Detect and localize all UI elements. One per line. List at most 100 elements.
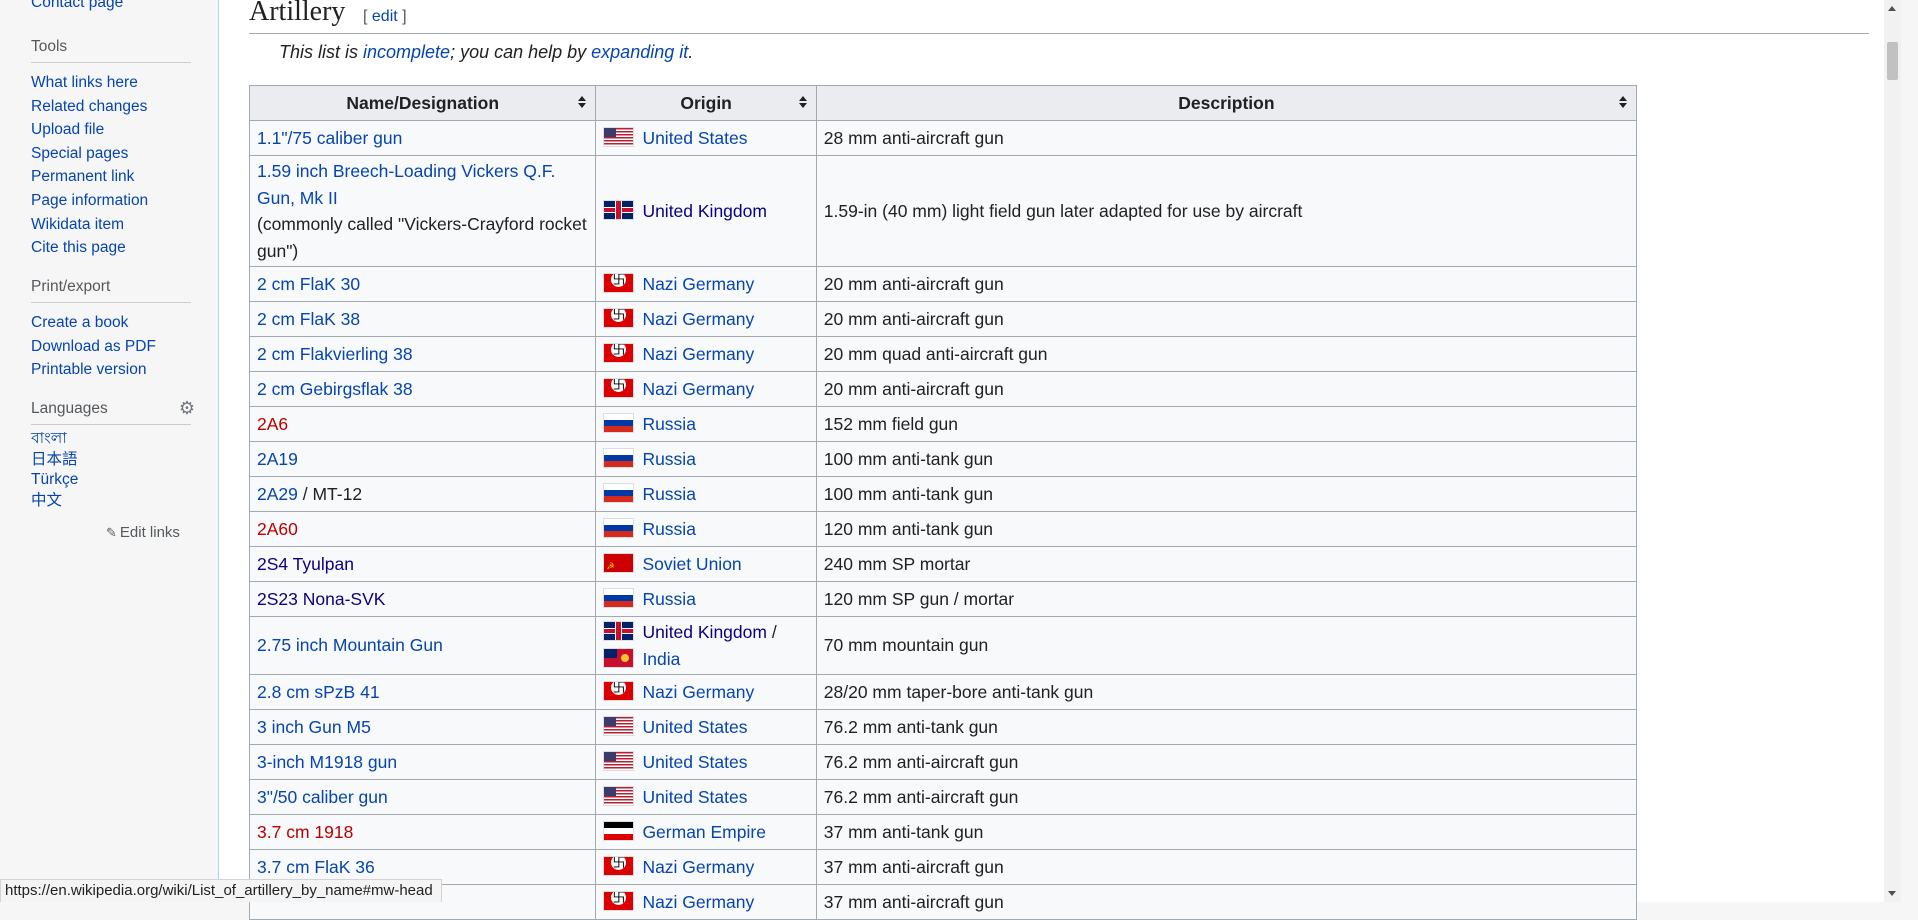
tools-item-link[interactable]: Special pages [31, 145, 128, 162]
origin-cell: Nazi Germany [595, 301, 817, 337]
scrollbar-thumb[interactable] [1887, 42, 1898, 80]
weapon-link[interactable]: 2A29 [257, 484, 298, 504]
country-link[interactable]: Nazi Germany [642, 344, 754, 364]
weapon-link[interactable]: 3-inch M1918 gun [257, 752, 397, 772]
country-link[interactable]: Nazi Germany [642, 379, 754, 399]
origin-separator: / [766, 622, 777, 642]
country-link[interactable]: Russia [642, 519, 696, 539]
country-link[interactable]: United States [642, 752, 747, 772]
country-link[interactable]: Soviet Union [642, 554, 741, 574]
column-header-description[interactable]: Description [815, 85, 1638, 121]
weapon-link[interactable]: 2 cm FlaK 30 [257, 274, 360, 294]
country-link[interactable]: United Kingdom [642, 622, 767, 642]
table-body: 1.1"/75 caliber gun United States 28 mm an… [248, 120, 1638, 920]
country-link[interactable]: Russia [642, 484, 696, 504]
origin-cell: Nazi Germany [595, 849, 817, 885]
tools-item-link[interactable]: What links here [31, 74, 138, 91]
table-row: 3.7 cm 1918 German Empire 37 mm anti-tank … [248, 814, 1638, 850]
weapon-link[interactable]: 2A6 [257, 414, 288, 434]
weapon-link[interactable]: 2 cm Gebirgsflak 38 [257, 379, 413, 399]
edit-links[interactable]: ✎ Edit links [106, 524, 180, 541]
country-link[interactable]: Nazi Germany [642, 682, 754, 702]
column-header-name[interactable]: Name/Designation [248, 85, 597, 121]
incomplete-link[interactable]: incomplete [363, 42, 450, 62]
scroll-up-arrow-icon[interactable] [1888, 6, 1896, 11]
language-link[interactable]: বাংলা [31, 430, 67, 447]
weapon-link[interactable]: 2 cm Flakvierling 38 [257, 344, 413, 364]
weapon-link[interactable]: 2.8 cm sPzB 41 [257, 682, 380, 702]
language-link[interactable]: 日本語 [31, 451, 78, 468]
description-cell: 100 mm anti-tank gun [815, 476, 1638, 512]
flag-icon [603, 647, 635, 668]
origin-cell: Nazi Germany [595, 674, 817, 710]
list-item: Cite this page [31, 236, 191, 260]
weapon-link[interactable]: 2 cm FlaK 38 [257, 309, 360, 329]
main-content: Artillery [ edit ] This list is incomple… [218, 0, 1901, 920]
description-cell: 20 mm anti-aircraft gun [815, 266, 1638, 302]
print-item-link[interactable]: Download as PDF [31, 338, 156, 355]
table-row: Nazi Germany37 mm anti-aircraft gun [248, 884, 1638, 920]
print-item-link[interactable]: Printable version [31, 361, 146, 378]
section-title: Artillery [249, 0, 346, 27]
origin-cell: Nazi Germany [595, 266, 817, 302]
weapon-link[interactable]: 2.75 inch Mountain Gun [257, 635, 443, 655]
flag-icon [603, 517, 635, 538]
country-link[interactable]: Russia [642, 414, 696, 434]
sort-icon[interactable] [798, 96, 808, 108]
country-link[interactable]: Russia [642, 449, 696, 469]
list-item: Download as PDF [31, 335, 191, 359]
scroll-down-arrow-icon[interactable] [1888, 891, 1896, 896]
weapon-link[interactable]: 1.1"/75 caliber gun [257, 128, 402, 148]
origin-cell: Russia [595, 476, 817, 512]
table-header-row: Name/Designation Origin Description [248, 85, 1638, 121]
tools-item-link[interactable]: Wikidata item [31, 216, 124, 233]
weapon-link[interactable]: 2A60 [257, 519, 298, 539]
print-item-link[interactable]: Create a book [31, 314, 128, 331]
country-link[interactable]: Nazi Germany [642, 857, 754, 877]
language-link[interactable]: 中文 [31, 492, 62, 509]
edit-bracket-open: [ [363, 8, 372, 25]
weapon-link[interactable]: 3 inch Gun M5 [257, 717, 371, 737]
weapon-link[interactable]: 3.7 cm 1918 [257, 822, 353, 842]
tools-item-link[interactable]: Permanent link [31, 168, 134, 185]
country-link[interactable]: India [642, 649, 680, 669]
tools-item-link[interactable]: Related changes [31, 98, 147, 115]
country-link[interactable]: United States [642, 128, 747, 148]
description-cell: 76.2 mm anti-tank gun [815, 709, 1638, 745]
vertical-scrollbar[interactable] [1884, 0, 1901, 902]
country-link[interactable]: United Kingdom [642, 201, 767, 221]
section-edit-link[interactable]: edit [372, 8, 398, 25]
flag-icon [603, 855, 635, 876]
column-header-origin[interactable]: Origin [595, 85, 817, 121]
table-row: 2 cm Flakvierling 38 Nazi Germany 20 mm qu… [248, 336, 1638, 372]
name-cell: 2 cm Flakvierling 38 [248, 336, 597, 372]
origin-cell: Nazi Germany [595, 884, 817, 920]
contact-page-link[interactable]: Contact page [31, 0, 123, 11]
country-link[interactable]: Russia [642, 589, 696, 609]
column-header-label: Description [1178, 92, 1275, 113]
tools-item-link[interactable]: Cite this page [31, 239, 126, 256]
country-link[interactable]: Nazi Germany [642, 274, 754, 294]
expanding-it-link[interactable]: expanding it [591, 42, 688, 62]
country-link[interactable]: United States [642, 787, 747, 807]
weapon-link[interactable]: 2S4 Tyulpan [257, 554, 354, 574]
weapon-link[interactable]: 1.59 inch Breech-Loading Vickers Q.F. Gu… [257, 161, 555, 208]
sort-icon[interactable] [578, 96, 587, 108]
name-cell: 1.59 inch Breech-Loading Vickers Q.F. Gu… [248, 155, 597, 267]
country-link[interactable]: United States [642, 717, 747, 737]
language-link[interactable]: Türkçe [31, 471, 78, 488]
country-link[interactable]: German Empire [642, 822, 766, 842]
weapon-link[interactable]: 2S23 Nona-SVK [257, 589, 385, 609]
weapon-link[interactable]: 3"/50 caliber gun [257, 787, 388, 807]
sort-icon[interactable] [1619, 96, 1628, 108]
print-portal: Print/export Create a book Download as PD… [31, 278, 191, 382]
tools-item-link[interactable]: Page information [31, 192, 148, 209]
tools-item-link[interactable]: Upload file [31, 121, 104, 138]
weapon-link[interactable]: 3.7 cm FlaK 36 [257, 857, 375, 877]
description-cell: 76.2 mm anti-aircraft gun [815, 779, 1638, 815]
list-item: বাংলা [31, 429, 191, 450]
weapon-link[interactable]: 2A19 [257, 449, 298, 469]
flag-icon [603, 587, 635, 608]
gear-icon[interactable]: ⚙ [179, 398, 195, 419]
country-link[interactable]: Nazi Germany [642, 309, 754, 329]
